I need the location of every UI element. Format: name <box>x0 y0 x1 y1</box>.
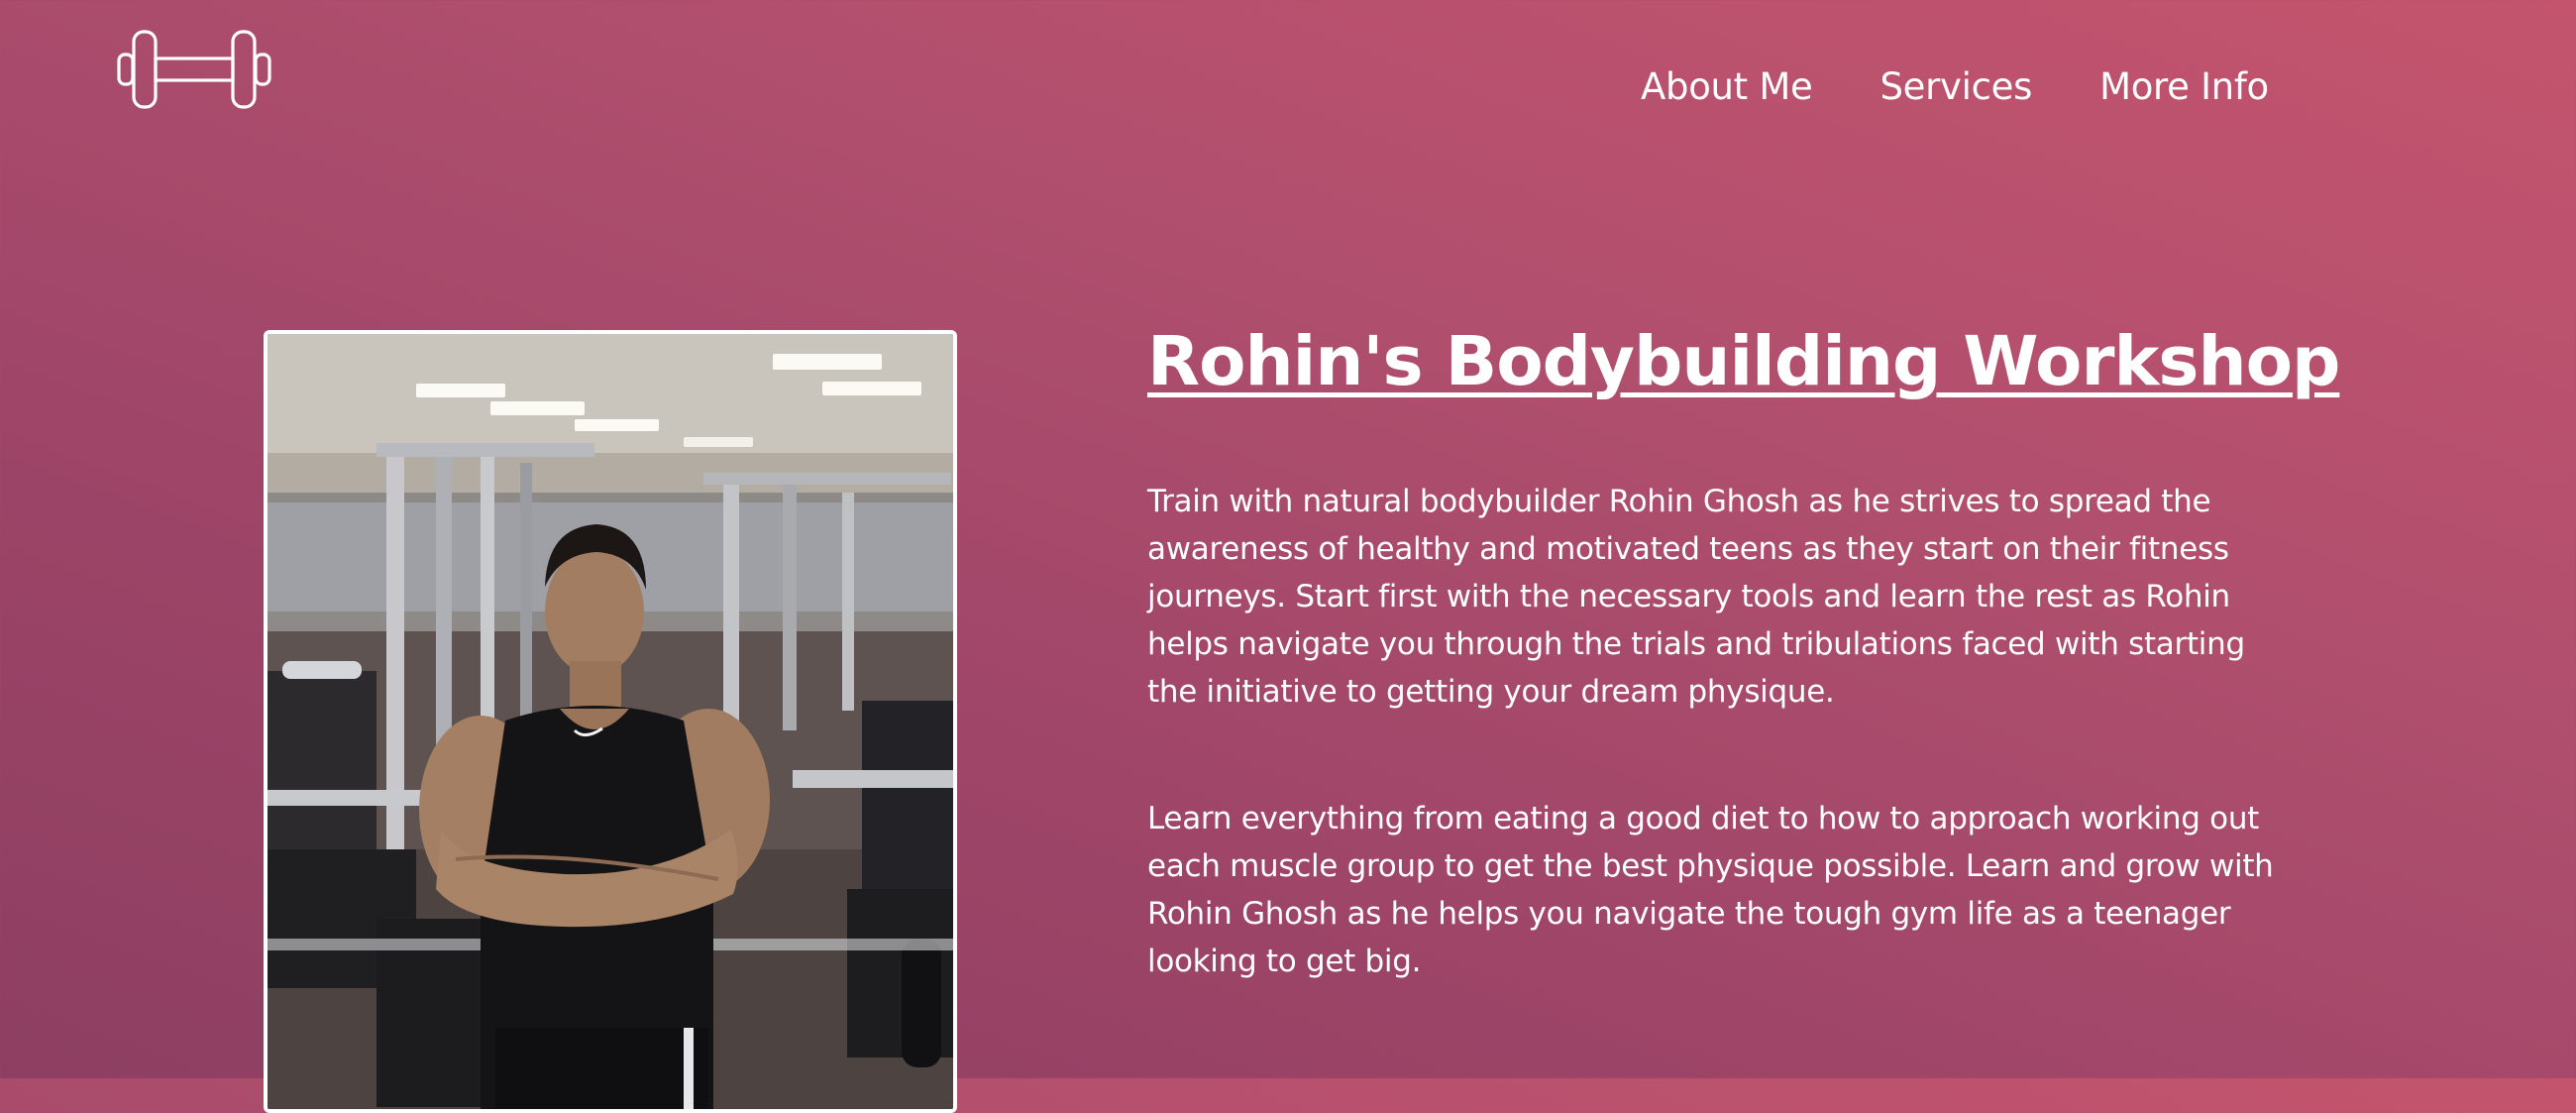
hero-content: Rohin's Bodybuilding Workshop Train with… <box>1147 317 2340 985</box>
gym-portrait-photo <box>268 334 953 1109</box>
dumbbell-icon[interactable] <box>117 28 271 111</box>
nav-services[interactable]: Services <box>1879 63 2032 111</box>
details-paragraph: Learn everything from eating a good diet… <box>1147 801 2274 979</box>
nav-more-info[interactable]: More Info <box>2099 63 2269 111</box>
nav-about-me[interactable]: About Me <box>1641 63 1813 111</box>
page-title: Rohin's Bodybuilding Workshop <box>1147 322 2340 401</box>
intro-paragraph: Train with natural bodybuilder Rohin Gho… <box>1147 484 2245 710</box>
main-nav: About Me Services More Info <box>1641 63 2269 111</box>
hero-photo <box>264 330 957 1113</box>
